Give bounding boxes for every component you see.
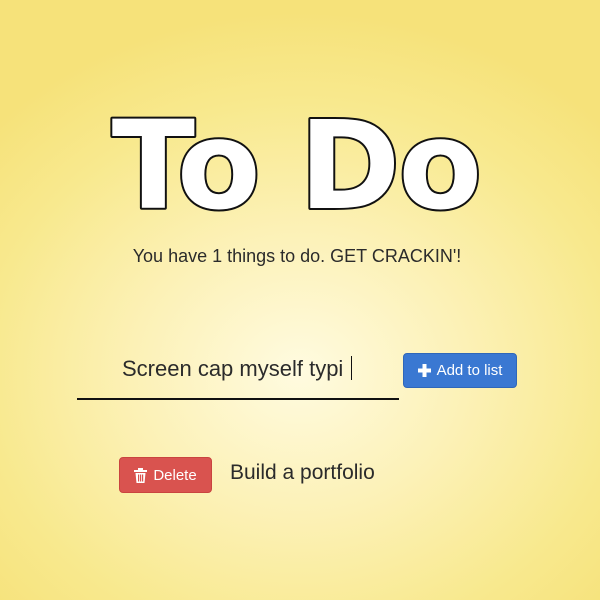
task-count-message: You have 1 things to do. GET CRACKIN'!	[132, 246, 462, 266]
page-title: To Do	[0, 108, 600, 228]
plus-icon	[417, 364, 431, 377]
todo-item-text: Build a portfolio	[230, 461, 375, 484]
delete-button[interactable]: Delete	[119, 457, 212, 493]
title-text: To Do	[112, 108, 480, 228]
trash-icon	[134, 467, 148, 483]
text-caret	[351, 356, 352, 380]
add-to-list-label: Add to list	[436, 362, 503, 379]
add-to-list-button[interactable]: Add to list	[403, 353, 517, 388]
delete-label: Delete	[153, 466, 197, 484]
